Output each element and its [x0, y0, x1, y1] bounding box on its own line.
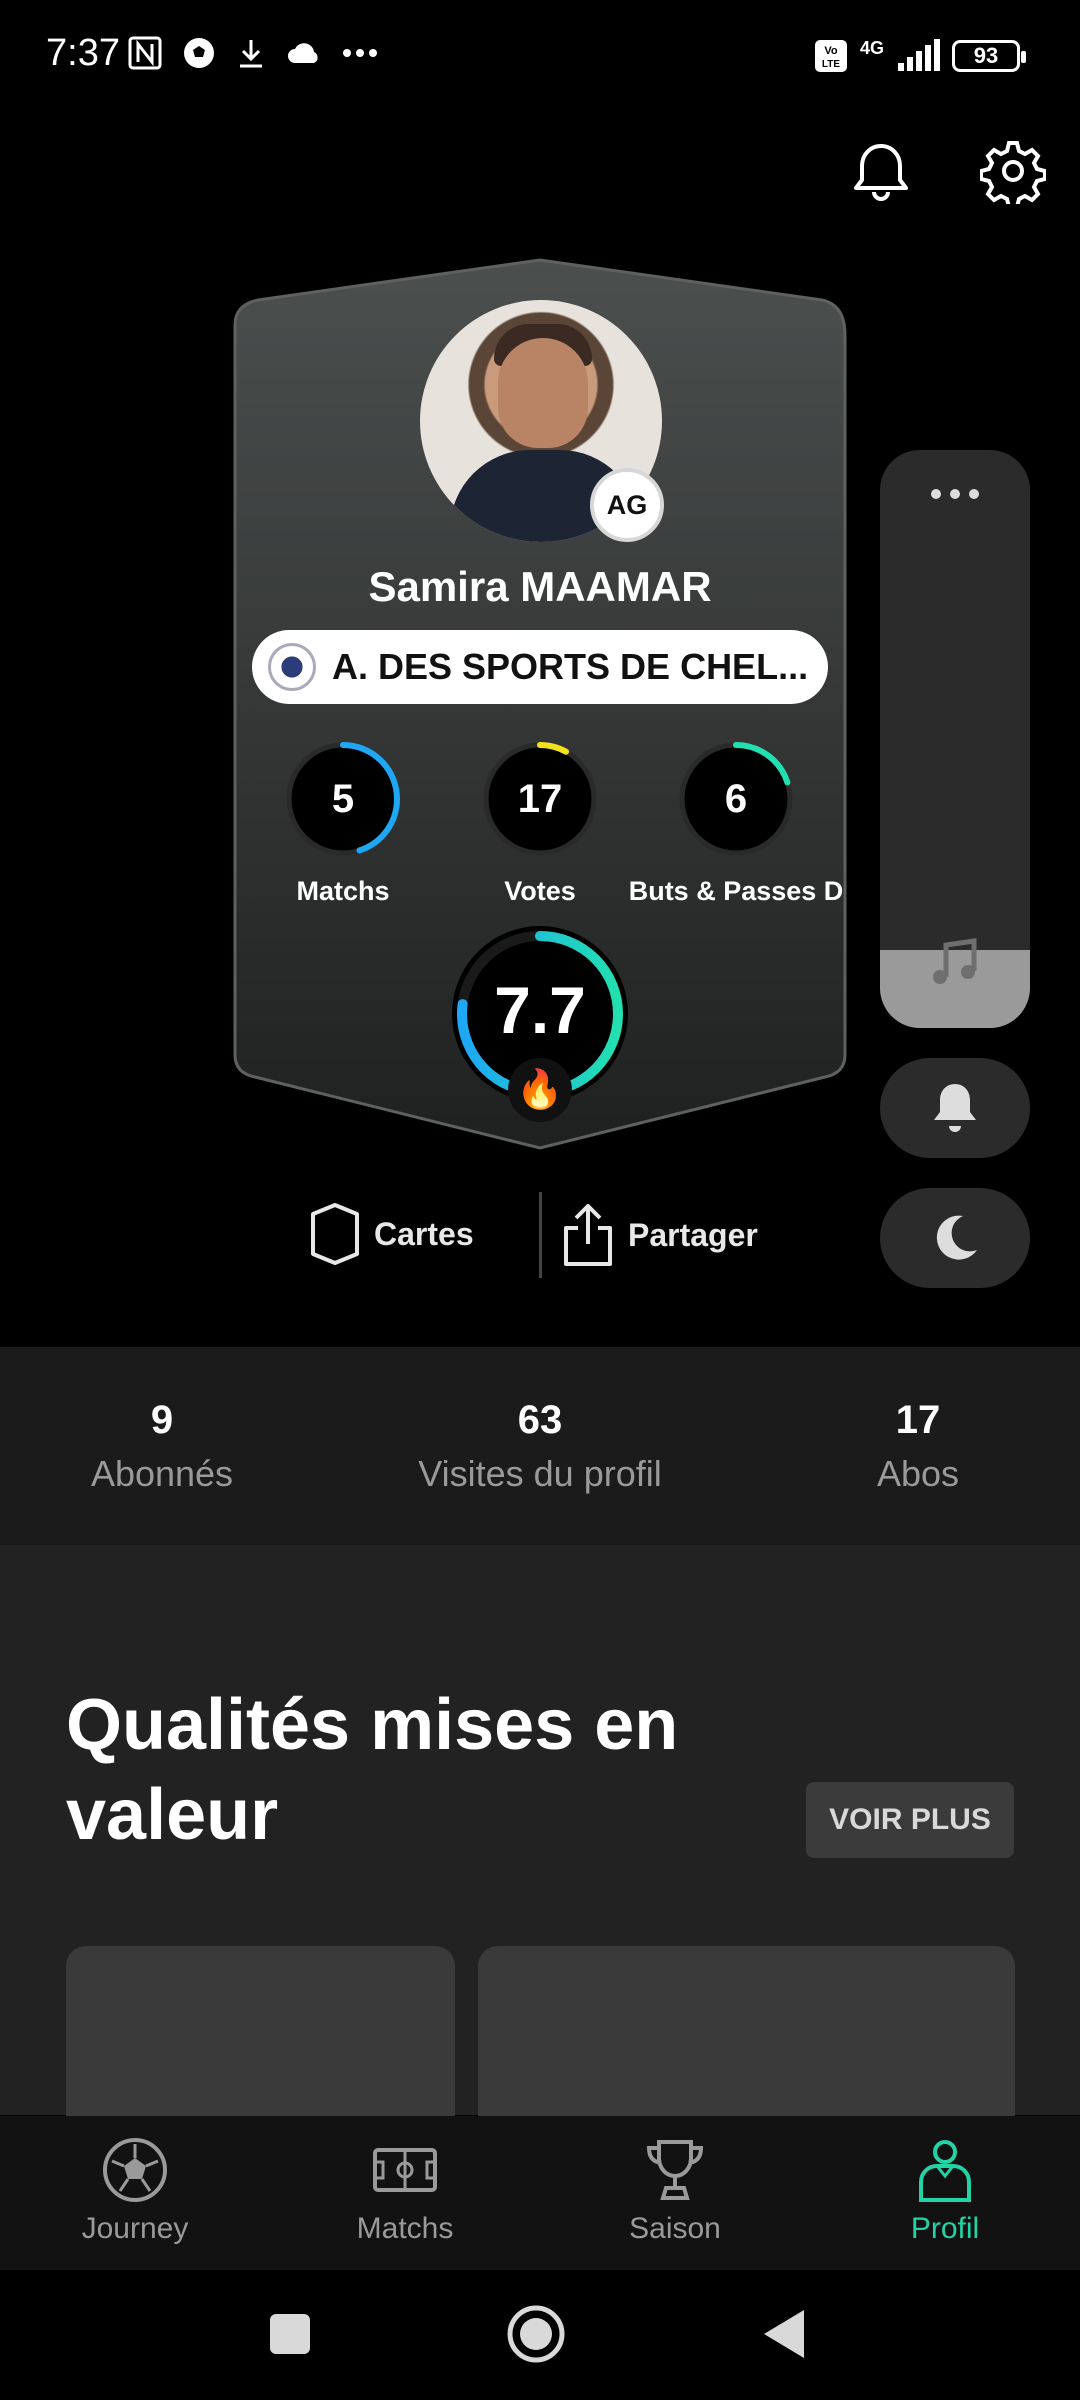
svg-text:Vo: Vo — [824, 45, 838, 57]
svg-text:LTE: LTE — [822, 59, 840, 70]
profile-visits-count: 63 — [517, 1398, 563, 1442]
signal-icon — [898, 38, 940, 71]
recents-icon[interactable] — [268, 2312, 312, 2356]
stat-value: 6 — [724, 777, 748, 821]
nav-saison-label: Saison — [629, 2212, 721, 2245]
back-icon[interactable] — [760, 2306, 806, 2362]
nav-profil-label: Profil — [910, 2212, 980, 2245]
nfc-icon — [128, 36, 162, 70]
voir-plus-button[interactable]: VOIR PLUS — [806, 1782, 1014, 1858]
player-icon — [919, 2140, 971, 2202]
stat-value: 5 — [331, 777, 355, 821]
volume-slider[interactable] — [880, 450, 1030, 1028]
action-divider — [539, 1192, 542, 1278]
music-note-icon — [933, 938, 977, 984]
followers-label: Abonnés — [90, 1453, 234, 1494]
nav-matchs[interactable]: Matchs — [305, 2136, 505, 2246]
nav-journey[interactable]: Journey — [35, 2136, 235, 2246]
subscriptions-label: Abos — [876, 1453, 960, 1494]
dark-mode-button[interactable] — [880, 1188, 1030, 1288]
home-icon[interactable] — [506, 2304, 566, 2364]
bell-icon[interactable] — [848, 138, 914, 204]
pitch-icon — [373, 2148, 437, 2192]
trophy-icon — [646, 2140, 704, 2200]
nav-saison[interactable]: Saison — [575, 2136, 775, 2246]
quality-card[interactable] — [478, 1946, 1015, 2126]
status-time: 7:37 — [46, 32, 120, 74]
stat-value: 17 — [517, 777, 563, 821]
club-pill[interactable]: A. DES SPORTS DE CHEL... — [252, 630, 828, 704]
more-icon[interactable] — [930, 488, 980, 500]
flame-icon: 🔥 — [508, 1058, 572, 1122]
qualities-title: Qualités mises en valeur — [66, 1685, 679, 1855]
volte-icon: Vo LTE — [814, 39, 847, 72]
ring-mode-button[interactable] — [880, 1058, 1030, 1158]
cards-button[interactable]: Cartes — [310, 1202, 474, 1266]
football-status-icon — [184, 38, 214, 68]
followers-stat[interactable]: 9 Abonnés — [0, 1398, 342, 1495]
nav-profil[interactable]: Profil — [845, 2136, 1045, 2246]
cloud-icon — [288, 43, 318, 63]
football-icon — [103, 2138, 167, 2202]
download-icon — [240, 40, 262, 68]
followers-count: 9 — [150, 1398, 174, 1442]
cards-label: Cartes — [374, 1215, 474, 1252]
share-icon — [564, 1204, 612, 1266]
profile-visits-stat[interactable]: 63 Visites du profil — [360, 1398, 720, 1495]
share-label: Partager — [628, 1216, 758, 1253]
stat-label: Buts & Passes D — [628, 876, 844, 906]
status-bar: 7:37 Vo LTE 4G 93 — [0, 0, 1080, 115]
bell-icon — [934, 1084, 976, 1132]
more-status-icon — [343, 49, 377, 57]
nav-journey-label: Journey — [81, 2212, 189, 2245]
status-system-icons: Vo LTE 4G 93 — [814, 38, 1026, 73]
subscriptions-count: 17 — [895, 1398, 941, 1442]
club-logo-icon — [268, 643, 316, 691]
subscriptions-stat[interactable]: 17 Abos — [738, 1398, 1080, 1495]
moon-icon — [936, 1215, 977, 1260]
initials-badge: AG — [590, 468, 664, 542]
profile-visits-label: Visites du profil — [418, 1453, 662, 1494]
network-type: 4G — [859, 38, 884, 58]
quality-card[interactable] — [66, 1946, 455, 2126]
player-name: Samira MAAMAR — [368, 563, 712, 610]
card-outline-icon — [311, 1203, 359, 1265]
rating-value: 7.7 — [494, 973, 586, 1047]
nav-matchs-label: Matchs — [356, 2212, 454, 2245]
gear-icon[interactable] — [980, 138, 1046, 204]
club-name: A. DES SPORTS DE CHEL... — [332, 646, 809, 687]
status-notification-icons — [128, 36, 378, 70]
share-button[interactable]: Partager — [562, 1202, 758, 1268]
battery-icon: 93 — [952, 39, 1026, 72]
